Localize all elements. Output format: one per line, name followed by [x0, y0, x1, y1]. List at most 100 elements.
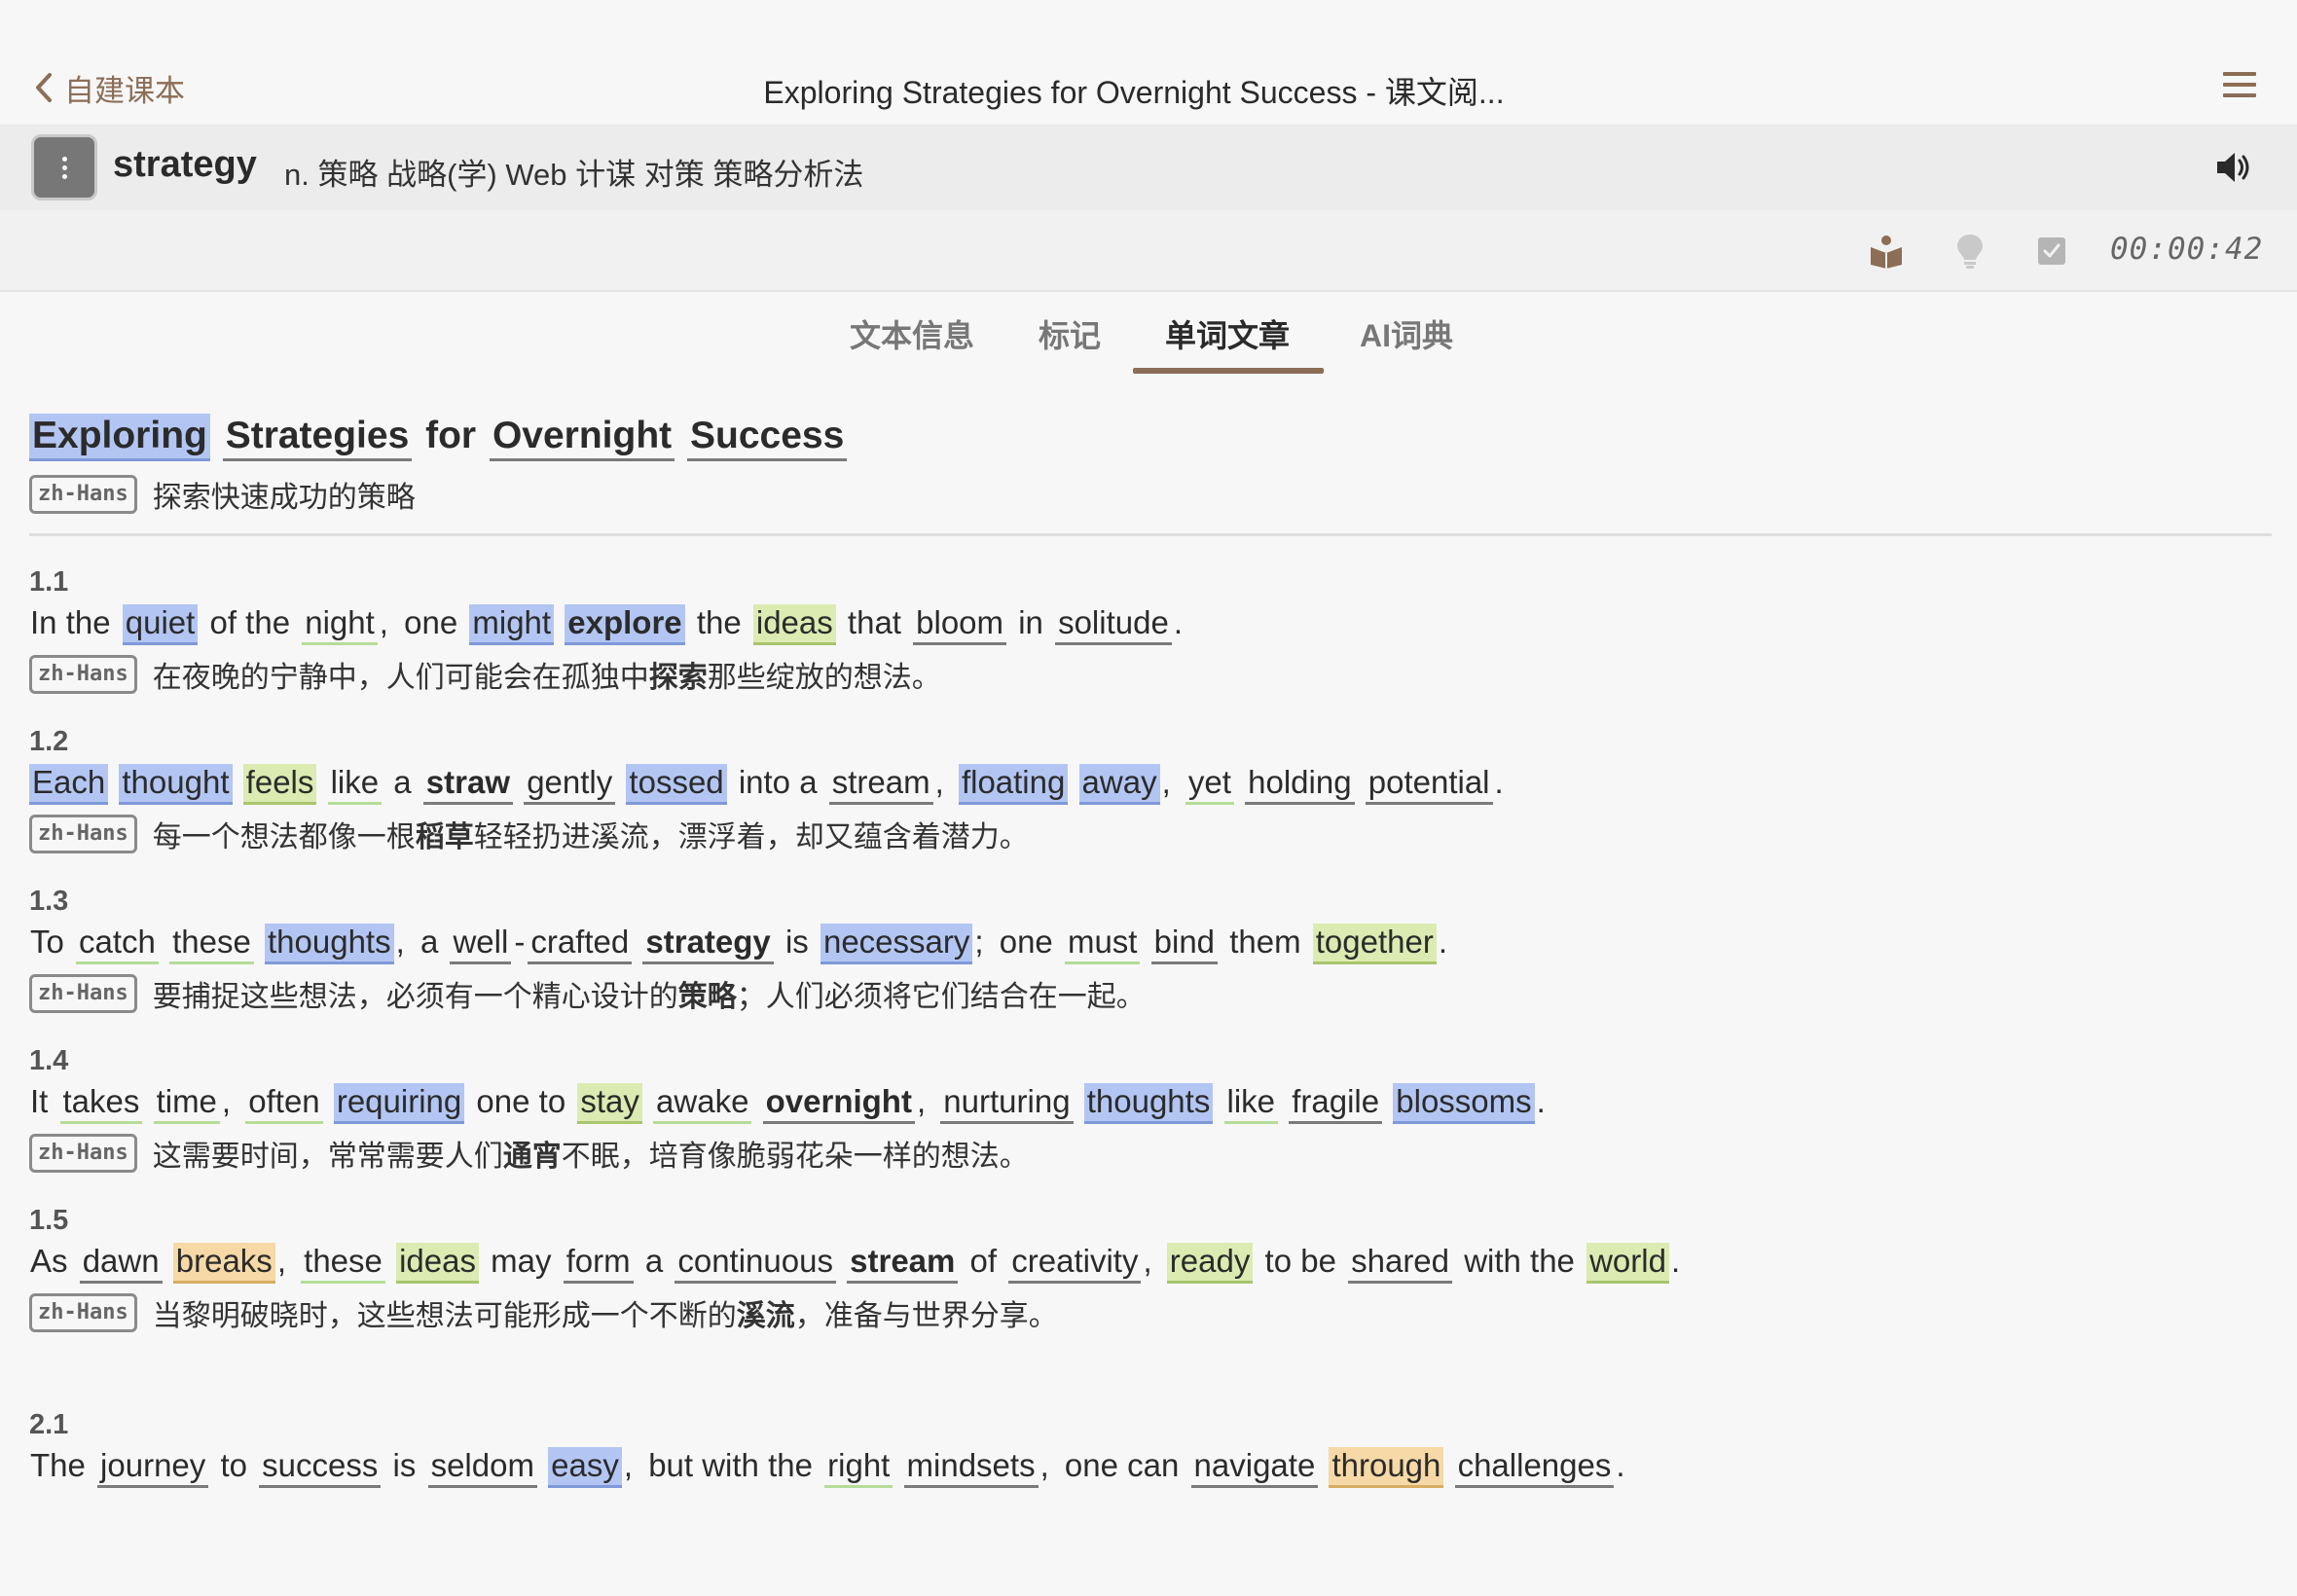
word-token[interactable]: these — [301, 1243, 385, 1284]
word-token[interactable]: thoughts — [1083, 1083, 1214, 1124]
word-token[interactable]: to — [219, 1447, 248, 1485]
word-token[interactable]: breaks — [172, 1243, 275, 1284]
word-token[interactable]: floating — [958, 764, 1069, 805]
word-token[interactable]: gently — [524, 764, 616, 805]
word-token[interactable]: ready — [1166, 1243, 1254, 1284]
word-token[interactable]: like — [327, 764, 383, 805]
word-token[interactable]: in — [1017, 604, 1044, 642]
reader-icon[interactable] — [1867, 232, 1906, 271]
more-vertical-icon[interactable] — [31, 134, 97, 200]
word-token[interactable]: one to — [475, 1083, 566, 1121]
word-token[interactable]: may — [490, 1243, 552, 1281]
word-token[interactable]: bind — [1150, 924, 1219, 964]
back-button[interactable]: 自建课本 — [33, 68, 185, 108]
title-word[interactable]: for — [424, 414, 477, 458]
word-token[interactable]: success — [259, 1447, 382, 1488]
word-token[interactable]: tossed — [626, 764, 727, 805]
word-token[interactable]: explore — [565, 604, 685, 645]
word-token[interactable]: often — [245, 1083, 323, 1124]
word-token[interactable]: the — [696, 604, 743, 642]
word-token[interactable]: overnight — [762, 1083, 915, 1124]
word-token[interactable]: mindsets — [903, 1447, 1039, 1488]
word-token[interactable]: The — [29, 1447, 87, 1485]
word-token[interactable]: seldom — [427, 1447, 537, 1488]
word-token[interactable]: a — [392, 764, 412, 802]
word-token[interactable]: must — [1064, 924, 1141, 964]
word-token[interactable]: In the — [29, 604, 112, 642]
speaker-icon[interactable] — [2213, 148, 2252, 187]
word-token[interactable]: feels — [242, 764, 317, 805]
word-token[interactable]: might — [469, 604, 555, 645]
word-token[interactable]: one — [999, 924, 1054, 961]
word-token[interactable]: is — [784, 924, 810, 961]
word-token[interactable]: stream — [828, 764, 933, 805]
word-token[interactable]: awake — [653, 1083, 752, 1124]
word-token[interactable]: to be — [1264, 1243, 1337, 1281]
word-token[interactable]: a — [419, 924, 439, 961]
word-token[interactable]: fragile — [1289, 1083, 1383, 1124]
title-word[interactable]: Exploring — [29, 414, 210, 462]
word-token[interactable]: away — [1078, 764, 1160, 805]
word-token[interactable]: ideas — [396, 1243, 479, 1284]
word-token[interactable]: creativity — [1008, 1243, 1142, 1284]
word-token[interactable]: stream — [847, 1243, 959, 1284]
word-token[interactable]: with the — [1463, 1243, 1576, 1281]
word-token[interactable]: one can — [1064, 1447, 1180, 1485]
word-token[interactable]: a — [644, 1243, 664, 1281]
word-token[interactable]: dawn — [79, 1243, 163, 1284]
word-token[interactable]: navigate — [1190, 1447, 1319, 1488]
word-token[interactable]: necessary — [820, 924, 973, 964]
word-token[interactable]: of — [969, 1243, 999, 1281]
word-token[interactable]: into a — [738, 764, 819, 802]
word-token[interactable]: thoughts — [264, 924, 394, 964]
word-token[interactable]: like — [1223, 1083, 1279, 1124]
word-token[interactable]: that — [847, 604, 902, 642]
word-token[interactable]: them — [1228, 924, 1301, 961]
word-token[interactable]: well — [450, 924, 512, 964]
word-token[interactable]: night — [302, 604, 378, 645]
word-token[interactable]: catch — [76, 924, 159, 964]
word-token[interactable]: Each — [29, 764, 109, 805]
word-token[interactable]: solitude — [1055, 604, 1172, 645]
word-token[interactable]: continuous — [675, 1243, 836, 1284]
tab-marks[interactable]: 标记 — [1032, 311, 1108, 376]
word-token[interactable]: but with the — [647, 1447, 814, 1485]
word-token[interactable]: bloom — [913, 604, 1007, 645]
lightbulb-icon[interactable] — [1951, 232, 1989, 271]
word-token[interactable]: right — [824, 1447, 893, 1488]
word-token[interactable]: world — [1586, 1243, 1669, 1284]
word-token[interactable]: requiring — [333, 1083, 465, 1124]
word-token[interactable]: through — [1329, 1447, 1444, 1488]
checkbox-icon[interactable] — [2032, 232, 2071, 271]
word-token[interactable]: easy — [548, 1447, 622, 1488]
word-token[interactable]: yet — [1185, 764, 1234, 805]
word-token[interactable]: challenges — [1454, 1447, 1615, 1488]
word-token[interactable]: one — [403, 604, 458, 642]
word-token[interactable]: blossoms — [1393, 1083, 1535, 1124]
word-token[interactable]: straw — [422, 764, 514, 805]
word-token[interactable]: crafted — [528, 924, 633, 964]
word-token[interactable]: holding — [1245, 764, 1355, 805]
word-token[interactable]: nurturing — [940, 1083, 1074, 1124]
word-token[interactable]: To — [29, 924, 65, 961]
word-token[interactable]: of the — [208, 604, 291, 642]
word-token[interactable]: thought — [119, 764, 233, 805]
word-token[interactable]: together — [1312, 924, 1437, 964]
title-word[interactable]: Success — [687, 414, 848, 462]
word-token[interactable]: journey — [97, 1447, 209, 1488]
word-token[interactable]: stay — [577, 1083, 642, 1124]
word-token[interactable]: form — [563, 1243, 634, 1284]
title-word[interactable]: Overnight — [489, 414, 675, 462]
word-token[interactable]: potential — [1365, 764, 1493, 805]
word-token[interactable]: is — [392, 1447, 418, 1485]
word-token[interactable]: shared — [1348, 1243, 1453, 1284]
hamburger-menu-icon[interactable] — [2223, 72, 2256, 103]
title-word[interactable]: Strategies — [222, 414, 413, 462]
word-token[interactable]: It — [29, 1083, 49, 1121]
word-token[interactable]: As — [29, 1243, 69, 1281]
tab-word-article[interactable]: 单词文章 — [1147, 311, 1308, 376]
tab-ai-dictionary[interactable]: AI词典 — [1347, 311, 1466, 376]
word-token[interactable]: quiet — [122, 604, 199, 645]
word-token[interactable]: ideas — [752, 604, 836, 645]
word-token[interactable]: time — [153, 1083, 220, 1124]
